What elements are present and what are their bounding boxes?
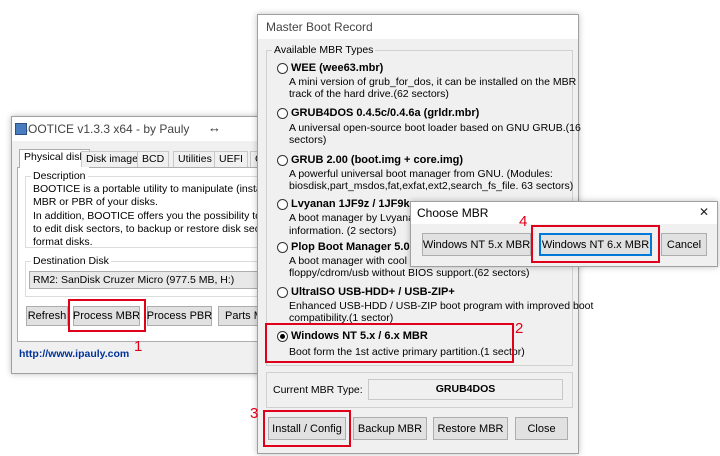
refresh-button[interactable]: Refresh <box>26 306 68 326</box>
option-lvyanan-title: Lvyanan 1JF9z / 1JF9k <box>291 198 410 210</box>
destination-value: RM2: SanDisk Cruzer Micro (977.5 MB, H:) <box>33 274 235 286</box>
description-line-5: format disks. <box>33 236 93 248</box>
option-grub4dos-desc-1: A universal open-source boot loader base… <box>289 122 581 134</box>
radio-grub2[interactable] <box>277 155 288 166</box>
description-line-4: to edit disk sectors, to backup or resto… <box>33 223 281 235</box>
choose-mbr-title: Choose MBR <box>417 206 489 220</box>
ipauly-link[interactable]: http://www.ipauly.com <box>19 348 129 360</box>
callout-2: 2 <box>515 320 524 337</box>
tab-physical-disk[interactable]: Physical disk <box>19 149 90 168</box>
windows-nt5-mbr-button[interactable]: Windows NT 5.x MBR <box>422 233 531 256</box>
option-grub4dos-title: GRUB4DOS 0.4.5c/0.4.6a (grldr.mbr) <box>291 107 480 119</box>
highlight-install-config <box>263 410 351 447</box>
cancel-button[interactable]: Cancel <box>661 233 707 256</box>
description-line-2: MBR or PBR of your disks. <box>33 196 158 208</box>
radio-ultraiso[interactable] <box>277 287 288 298</box>
current-mbr-value: GRUB4DOS <box>435 383 496 395</box>
radio-wee[interactable] <box>277 63 288 74</box>
tab-utilities[interactable]: Utilities <box>173 151 217 167</box>
current-mbr-field: GRUB4DOS <box>368 379 563 400</box>
description-label: Description <box>31 170 88 182</box>
option-plop-desc-2: floppy/cdrom/usb without BIOS support.(6… <box>289 267 530 279</box>
highlight-windows-nt-option <box>265 323 514 363</box>
callout-4: 4 <box>519 213 528 230</box>
current-mbr-label: Current MBR Type: <box>273 384 363 396</box>
description-line-1: BOOTICE is a portable utility to manipul… <box>33 183 284 195</box>
bootice-app-icon <box>15 123 27 135</box>
mbr-titlebar[interactable]: Master Boot Record <box>258 15 578 39</box>
choose-mbr-titlebar[interactable]: Choose MBR ✕ <box>411 202 717 224</box>
tab-bcd[interactable]: BCD <box>137 151 170 167</box>
tab-disk-image[interactable]: Disk image <box>81 151 143 167</box>
bootice-title: BOOTICE v1.3.3 x64 - by Pauly <box>20 122 190 136</box>
radio-lvyanan[interactable] <box>277 199 288 210</box>
option-wee-desc-2: track of the hard drive.(62 sectors) <box>289 88 449 100</box>
option-grub2-title: GRUB 2.00 (boot.img + core.img) <box>291 154 464 166</box>
move-cursor-icon: ↔ <box>208 120 221 135</box>
mbr-title: Master Boot Record <box>266 20 373 34</box>
option-grub2-desc-2: biosdisk,part_msdos,fat,exfat,ext2,searc… <box>289 180 574 192</box>
callout-1: 1 <box>134 338 143 355</box>
option-ultraiso-title: UltraISO USB-HDD+ / USB-ZIP+ <box>291 286 455 298</box>
option-grub4dos-desc-2: sectors) <box>289 134 327 146</box>
close-icon[interactable]: ✕ <box>699 205 709 219</box>
callout-3: 3 <box>250 405 259 422</box>
close-button[interactable]: Close <box>515 417 568 440</box>
highlight-nt6-button <box>531 225 660 263</box>
option-plop-title: Plop Boot Manager 5.0.15- <box>291 241 429 253</box>
tab-uefi[interactable]: UEFI <box>214 151 248 167</box>
restore-mbr-button[interactable]: Restore MBR <box>433 417 508 440</box>
radio-plop[interactable] <box>277 242 288 253</box>
option-lvyanan-desc-2: information. (2 sectors) <box>289 225 397 237</box>
option-wee-title: WEE (wee63.mbr) <box>291 62 384 74</box>
process-pbr-button[interactable]: Process PBR <box>147 306 212 326</box>
mbr-types-label: Available MBR Types <box>272 44 376 56</box>
radio-grub4dos[interactable] <box>277 108 288 119</box>
backup-mbr-button[interactable]: Backup MBR <box>353 417 427 440</box>
highlight-process-mbr <box>68 299 146 332</box>
description-line-3: In addition, BOOTICE offers you the poss… <box>33 210 283 222</box>
option-lvyanan-desc-1: A boot manager by Lvyanan. <box>289 212 423 224</box>
destination-select[interactable]: RM2: SanDisk Cruzer Micro (977.5 MB, H:) <box>29 271 269 289</box>
destination-label: Destination Disk <box>31 255 111 267</box>
bootice-titlebar[interactable]: BOOTICE v1.3.3 x64 - by Pauly ↔ <box>12 117 270 141</box>
